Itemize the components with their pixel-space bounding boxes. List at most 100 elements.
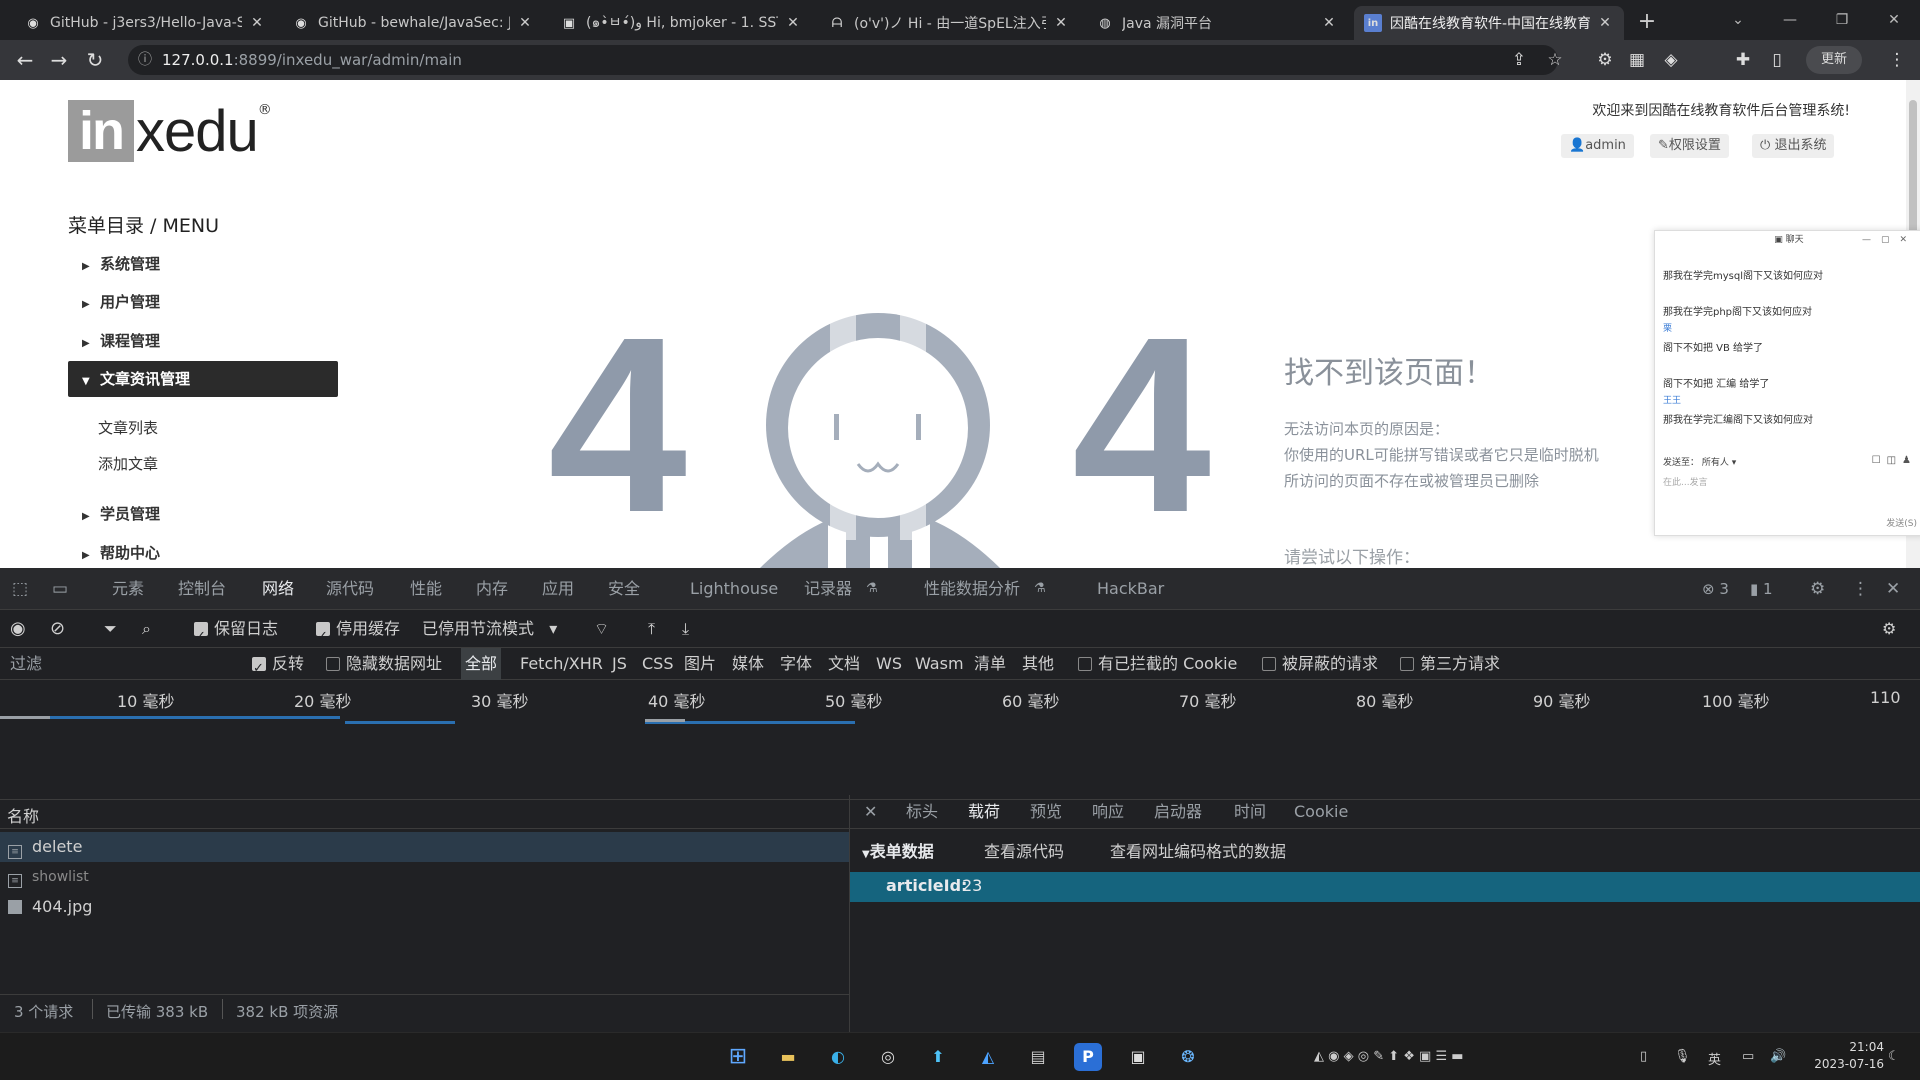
chat-window-controls[interactable]: —▢✕: [1862, 231, 1917, 249]
throttle-select[interactable]: 已停用节流模式 ▾: [422, 610, 557, 648]
request-row[interactable]: ≡ showlist: [0, 862, 850, 892]
tray-icons[interactable]: ◭ ◉ ◈ ◎ ✎ ⬆ ❖ ▣ ☰ ▬: [1314, 1049, 1464, 1064]
new-tab-button[interactable]: +: [1632, 8, 1662, 36]
blocked-requests-checkbox[interactable]: 被屏蔽的请求: [1262, 648, 1378, 680]
system-clock[interactable]: 21:04 2023-07-16: [1814, 1039, 1884, 1073]
share-icon[interactable]: ⇪: [1506, 46, 1532, 74]
name-column-header[interactable]: 名称: [7, 803, 39, 827]
browser-tab[interactable]: ◉ GitHub - bewhale/JavaSec: Ja ✕: [282, 6, 544, 40]
extension-icon[interactable]: ◈: [1658, 46, 1684, 74]
site-info-icon[interactable]: ⓘ: [138, 45, 152, 75]
type-filter-other[interactable]: 其他: [1022, 648, 1054, 680]
volume-icon[interactable]: 🔊: [1770, 1049, 1786, 1064]
search-icon[interactable]: ⌕: [142, 610, 151, 648]
network-conditions-icon[interactable]: ⌔: [594, 610, 609, 648]
close-tab-icon[interactable]: ✕: [1320, 15, 1338, 31]
network-settings-icon[interactable]: ⚙: [1882, 610, 1896, 648]
request-row[interactable]: ≡ delete: [0, 832, 850, 862]
file-explorer-icon[interactable]: ▬: [774, 1043, 802, 1071]
type-filter-doc[interactable]: 文档: [828, 648, 860, 680]
tab-sources[interactable]: 源代码: [326, 568, 374, 610]
tab-network[interactable]: 网络: [262, 568, 294, 610]
microphone-icon[interactable]: 🎙: [1674, 1049, 1691, 1064]
chat-input[interactable]: 在此...发言: [1663, 475, 1708, 488]
tab-headers[interactable]: 标头: [906, 795, 938, 829]
network-timeline-overview[interactable]: 10 毫秒 20 毫秒 30 毫秒 40 毫秒 50 毫秒 60 毫秒 70 毫…: [0, 680, 1920, 800]
type-filter-font[interactable]: 字体: [780, 648, 812, 680]
type-filter-wasm[interactable]: Wasm: [915, 648, 964, 680]
tab-performance-insights[interactable]: 性能数据分析: [924, 568, 1020, 610]
side-panel-icon[interactable]: ▯: [1764, 46, 1790, 74]
type-filter-img[interactable]: 图片: [684, 648, 716, 680]
chat-toolbar-icons[interactable]: ☐◫♟: [1872, 455, 1917, 466]
clear-icon[interactable]: ⊘: [50, 610, 65, 648]
close-detail-icon[interactable]: ✕: [864, 795, 877, 829]
forward-icon[interactable]: →: [44, 46, 74, 74]
inspect-element-icon[interactable]: ⬚: [12, 568, 28, 610]
type-filter-ws[interactable]: WS: [876, 648, 902, 680]
disable-cache-checkbox[interactable]: 停用缓存: [316, 610, 400, 656]
device-toolbar-icon[interactable]: ▭: [52, 568, 68, 610]
type-filter-media[interactable]: 媒体: [732, 648, 764, 680]
app-icon[interactable]: ❂: [1174, 1043, 1202, 1071]
tab-hackbar[interactable]: HackBar: [1097, 568, 1164, 610]
start-menu-icon[interactable]: ⊞: [724, 1043, 752, 1071]
close-tab-icon[interactable]: ✕: [1052, 15, 1070, 31]
menu-kebab-icon[interactable]: ⋮: [1884, 46, 1910, 74]
menu-item-users[interactable]: ▶ 用户管理: [68, 284, 338, 320]
hide-data-urls-checkbox[interactable]: 隐藏数据网址: [326, 648, 442, 680]
permission-settings-button[interactable]: ✎权限设置: [1650, 134, 1729, 158]
bookmark-star-icon[interactable]: ☆: [1542, 46, 1568, 74]
chat-send-button[interactable]: 发送(S): [1886, 516, 1917, 529]
network-icon[interactable]: ▭: [1742, 1049, 1754, 1064]
menu-item-courses[interactable]: ▶ 课程管理: [68, 323, 338, 359]
update-button[interactable]: 更新: [1806, 46, 1862, 74]
filter-icon[interactable]: ⏷: [104, 610, 117, 648]
menu-item-help[interactable]: ▶ 帮助中心: [68, 535, 338, 571]
record-icon[interactable]: ◉: [10, 610, 26, 648]
extension-icon[interactable]: ⚙: [1592, 46, 1618, 74]
notification-icon[interactable]: ☾: [1888, 1049, 1900, 1064]
admin-user-button[interactable]: 👤admin: [1561, 134, 1634, 158]
jetbrains-icon[interactable]: ▣: [1124, 1043, 1152, 1071]
tab-search-icon[interactable]: ⌄: [1712, 0, 1764, 40]
browser-tab[interactable]: ◍ Java 漏洞平台 ✕: [1086, 6, 1348, 40]
browser-tab[interactable]: ▣ (๑•̀ㅂ•́)و Hi, bmjoker - 1. SSTI ✕: [550, 6, 812, 40]
app-icon[interactable]: ◭: [974, 1043, 1002, 1071]
chrome-icon[interactable]: ◎: [874, 1043, 902, 1071]
chat-window[interactable]: ▣ 聊天 —▢✕ 那我在学完mysql阁下又该如何应对 那我在学完php阁下又该如…: [1654, 230, 1920, 536]
close-tab-icon[interactable]: ✕: [516, 15, 534, 31]
payload-row-selected[interactable]: [850, 872, 1920, 902]
tab-performance[interactable]: 性能: [410, 568, 442, 610]
type-filter-css[interactable]: CSS: [642, 648, 673, 680]
minimize-icon[interactable]: —: [1764, 0, 1816, 40]
preserve-log-checkbox[interactable]: 保留日志: [194, 610, 278, 656]
maximize-icon[interactable]: ❐: [1816, 0, 1868, 40]
export-har-icon[interactable]: ⤓: [682, 610, 689, 648]
request-row[interactable]: 404.jpg: [0, 892, 850, 922]
third-party-checkbox[interactable]: 第三方请求: [1400, 648, 1500, 680]
inxedu-logo[interactable]: in xedu ®: [68, 99, 272, 164]
invert-checkbox[interactable]: 反转: [252, 648, 304, 685]
tab-security[interactable]: 安全: [608, 568, 640, 610]
menu-item-system[interactable]: ▶ 系统管理: [68, 246, 338, 282]
message-count-badge[interactable]: ▮ 1: [1750, 568, 1773, 610]
close-devtools-icon[interactable]: ✕: [1886, 568, 1900, 610]
type-filter-fetch[interactable]: Fetch/XHR: [520, 648, 603, 680]
tab-timing[interactable]: 时间: [1234, 795, 1266, 829]
tab-elements[interactable]: 元素: [112, 568, 144, 610]
type-filter-all[interactable]: 全部: [461, 648, 502, 680]
error-count-badge[interactable]: ⊗ 3: [1702, 568, 1729, 610]
tab-application[interactable]: 应用: [542, 568, 574, 610]
form-data-section[interactable]: ▼表单数据: [862, 838, 934, 862]
settings-gear-icon[interactable]: ⚙: [1810, 568, 1825, 610]
browser-tab-active[interactable]: in 因酷在线教育软件-中国在线教育 ✕: [1354, 6, 1624, 40]
type-filter-js[interactable]: JS: [612, 648, 627, 680]
tab-payload[interactable]: 载荷: [968, 795, 1000, 829]
close-window-icon[interactable]: ✕: [1868, 0, 1920, 40]
address-bar[interactable]: ⓘ 127.0.0.1:8899/inxedu_war/admin/main: [128, 45, 1558, 75]
devtools-menu-icon[interactable]: ⋮: [1852, 568, 1869, 610]
submenu-add-article[interactable]: 添加文章: [98, 453, 158, 474]
tab-cookies[interactable]: Cookie: [1294, 795, 1348, 829]
extension-icon[interactable]: ▦: [1624, 46, 1650, 74]
